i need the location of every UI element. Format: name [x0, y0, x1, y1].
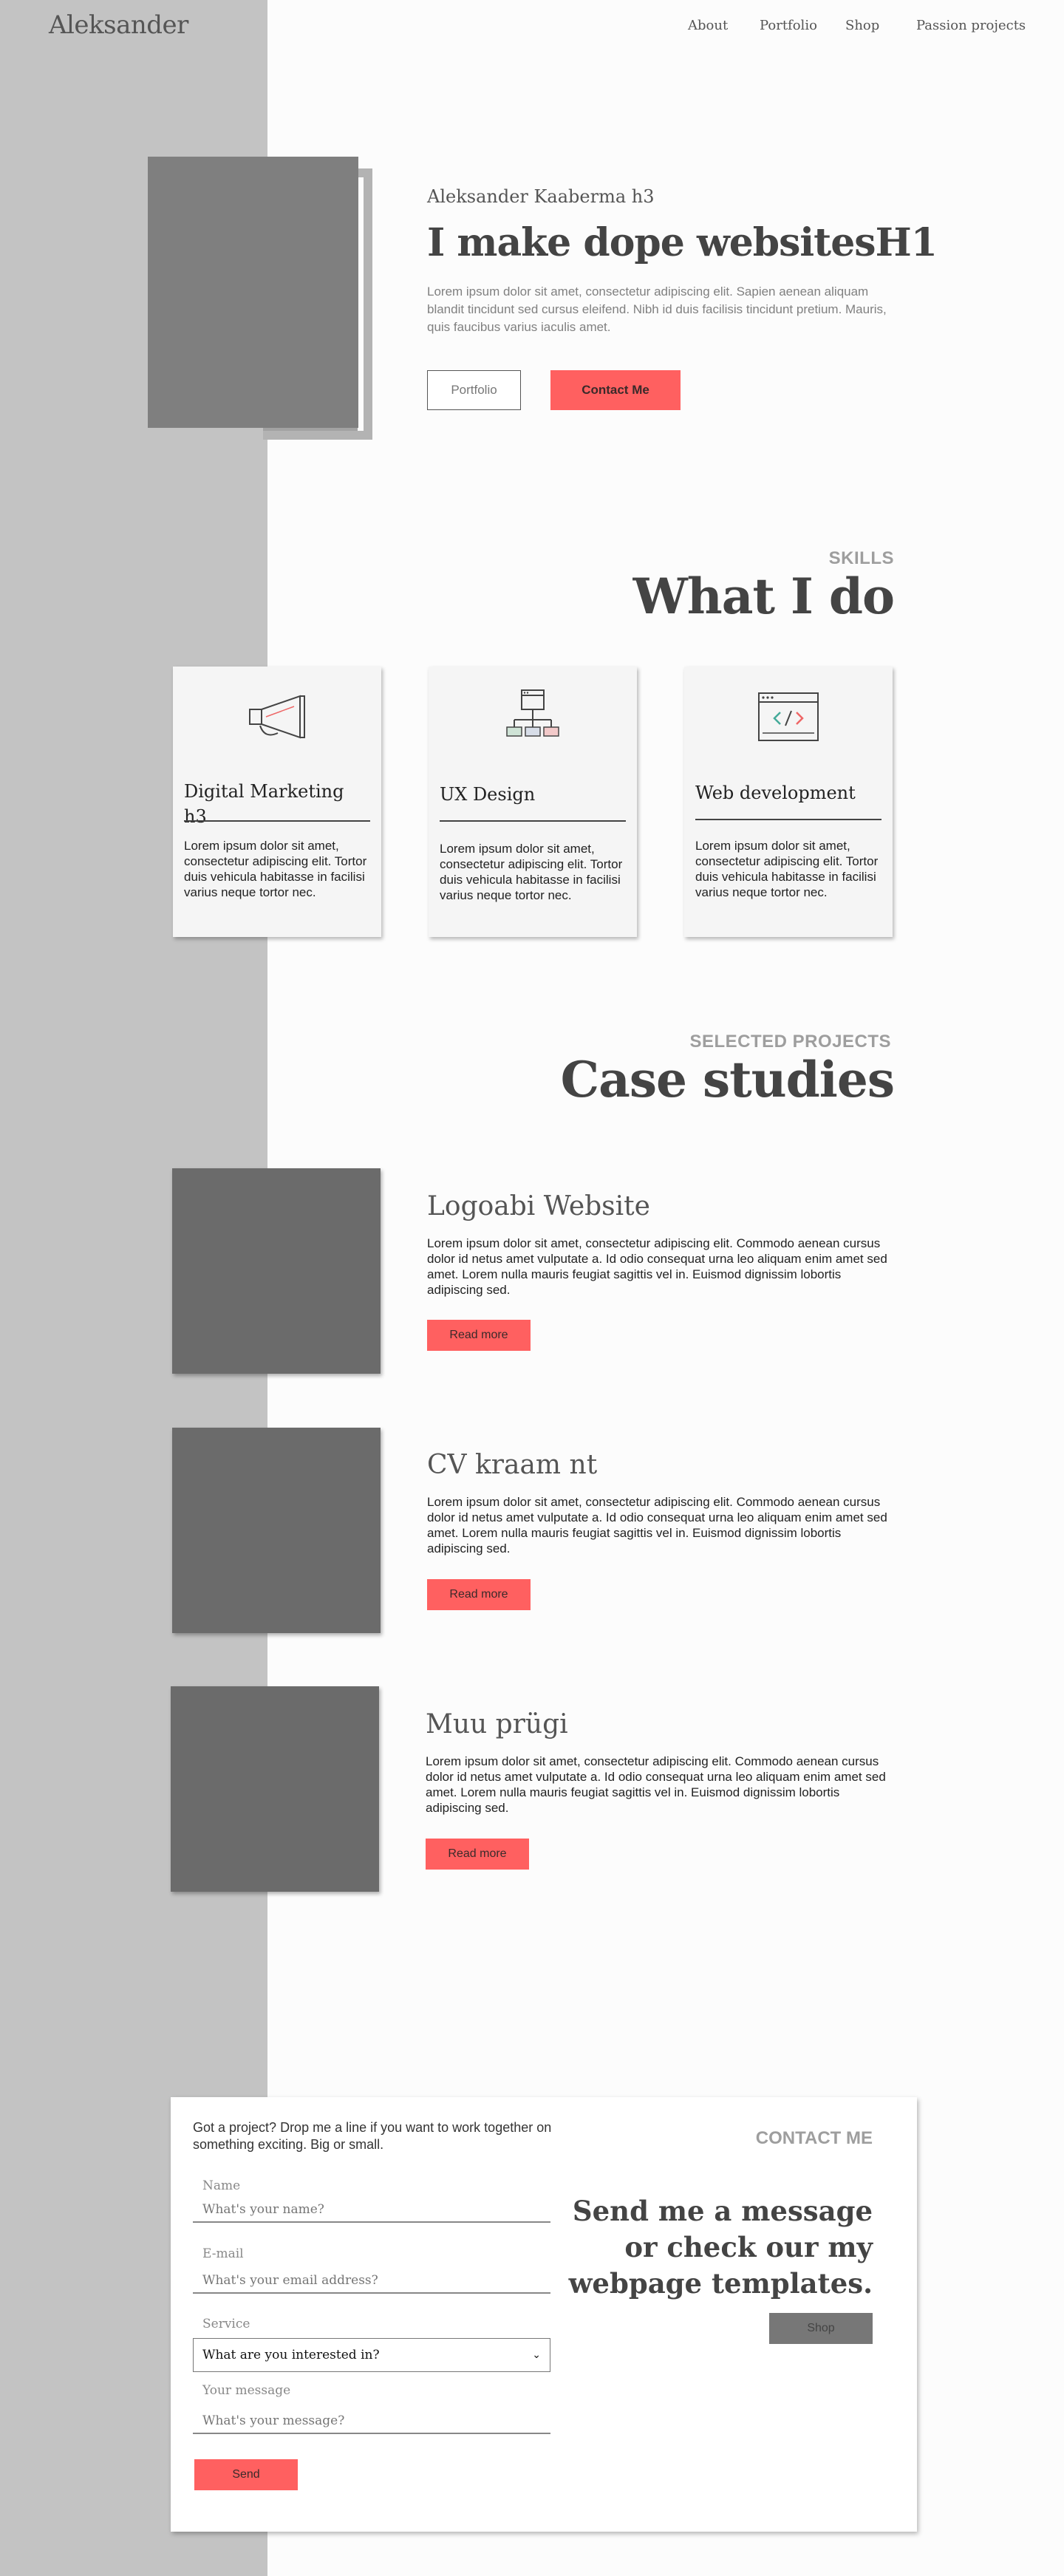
nav-shop[interactable]: Shop [845, 18, 879, 33]
contact-me-button[interactable]: Contact Me [550, 370, 681, 410]
megaphone-icon [173, 687, 381, 746]
project-text: Lorem ipsum dolor sit amet, consectetur … [427, 1495, 887, 1556]
divider [184, 820, 370, 822]
nav-about[interactable]: About [688, 18, 728, 33]
skill-card-title: Web development [695, 783, 856, 803]
project-text: Lorem ipsum dolor sit amet, consectetur … [426, 1754, 886, 1815]
project-image[interactable] [171, 1686, 379, 1892]
divider [695, 819, 881, 820]
project-image[interactable] [172, 1428, 381, 1633]
hero-subtitle: Aleksander Kaaberma h3 [427, 186, 655, 207]
chevron-down-icon: ⌄ [532, 2349, 541, 2361]
service-select-value: What are you interested in? [202, 2348, 380, 2362]
message-input[interactable] [193, 2409, 550, 2434]
skills-title: What I do [632, 568, 895, 625]
skills-eyebrow: SKILLS [828, 548, 894, 568]
send-button[interactable]: Send [194, 2459, 298, 2490]
project-title: Muu prügi [426, 1709, 568, 1740]
contact-form-card: Got a project? Drop me a line if you wan… [171, 2097, 917, 2532]
skill-card-text: Lorem ipsum dolor sit amet, consectetur … [184, 839, 367, 899]
contact-headline: Send me a message or check our my webpag… [568, 2195, 873, 2300]
skill-card-title: UX Design [440, 784, 536, 805]
email-label: E-mail [202, 2246, 244, 2261]
project-text: Lorem ipsum dolor sit amet, consectetur … [427, 1236, 887, 1297]
skill-card: Web development Lorem ipsum dolor sit am… [684, 667, 893, 937]
hero-text: Lorem ipsum dolor sit amet, consectetur … [427, 284, 887, 334]
code-window-icon [684, 687, 893, 746]
contact-intro: Got a project? Drop me a line if you wan… [193, 2120, 552, 2152]
message-label: Your message [202, 2383, 291, 2398]
cases-eyebrow: SELECTED PROJECTS [689, 1032, 891, 1052]
project-image[interactable] [172, 1168, 381, 1374]
cases-title: Case studies [560, 1051, 895, 1108]
skill-card: UX Design Lorem ipsum dolor sit amet, co… [429, 667, 637, 937]
skill-card-text: Lorem ipsum dolor sit amet, consectetur … [695, 839, 879, 899]
shop-button[interactable]: Shop [769, 2313, 873, 2344]
skill-card: Digital Marketing h3 Lorem ipsum dolor s… [173, 667, 381, 937]
nav-portfolio[interactable]: Portfolio [760, 18, 817, 33]
service-select[interactable]: What are you interested in? ⌄ [193, 2338, 550, 2372]
hero-title: I make dope websitesH1 [427, 220, 938, 265]
nav-passion-projects[interactable]: Passion projects [916, 18, 1026, 33]
name-label: Name [202, 2178, 241, 2193]
divider [440, 820, 626, 822]
email-input[interactable] [193, 2269, 550, 2294]
site-logo[interactable]: Aleksander [49, 10, 188, 40]
read-more-button[interactable]: Read more [427, 1320, 531, 1351]
portfolio-button[interactable]: Portfolio [427, 370, 521, 410]
read-more-button[interactable]: Read more [426, 1839, 529, 1870]
hero-image [148, 157, 358, 428]
skill-card-text: Lorem ipsum dolor sit amet, consectetur … [440, 842, 623, 902]
sitemap-icon [429, 687, 637, 746]
contact-eyebrow: CONTACT ME [755, 2128, 873, 2148]
read-more-button[interactable]: Read more [427, 1579, 531, 1610]
project-title: Logoabi Website [427, 1191, 650, 1221]
name-input[interactable] [193, 2198, 550, 2223]
project-title: CV kraam nt [427, 1450, 598, 1480]
service-label: Service [202, 2317, 250, 2331]
